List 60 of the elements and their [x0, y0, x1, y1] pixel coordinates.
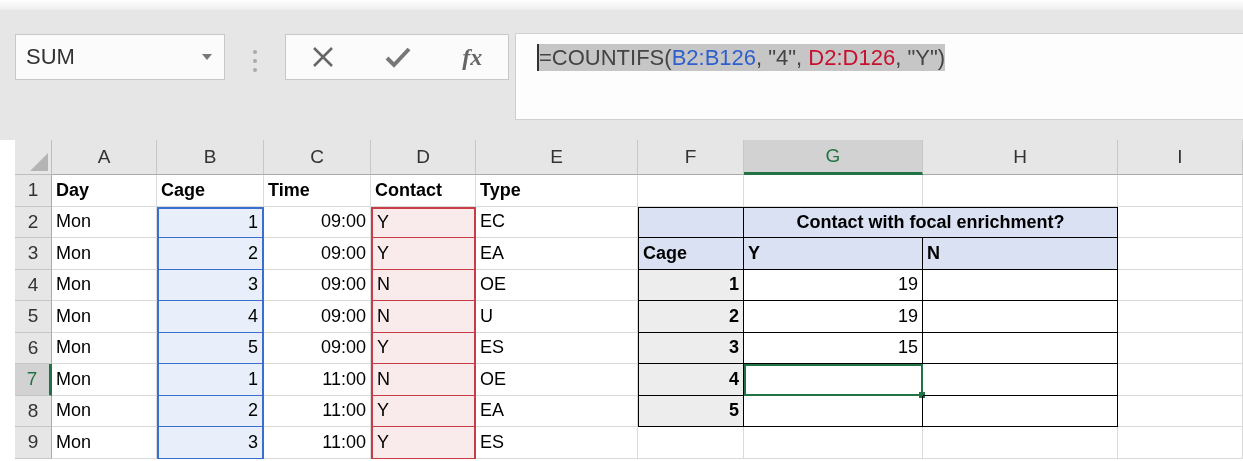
- row-header[interactable]: 9: [15, 427, 52, 459]
- header-cell: Contact with focal enrichment?: [744, 206, 1118, 238]
- table-cell: 15: [744, 332, 923, 364]
- row-header[interactable]: 8: [15, 395, 52, 427]
- dropdown-icon[interactable]: [202, 54, 212, 60]
- cancel-icon[interactable]: [311, 46, 334, 68]
- active-cell[interactable]: [744, 364, 923, 396]
- table-cell: 19: [744, 269, 923, 301]
- header-cell: Cage: [157, 175, 264, 207]
- column-header[interactable]: G: [744, 140, 923, 175]
- insert-function-button[interactable]: fx: [462, 43, 483, 71]
- column-header[interactable]: F: [638, 140, 744, 175]
- column-header[interactable]: E: [476, 140, 638, 175]
- header-cell: Time: [264, 175, 371, 207]
- table-cell: 1: [638, 269, 744, 301]
- table-cell: 1: [157, 206, 264, 238]
- row-header[interactable]: 1: [15, 175, 52, 207]
- table-cell: 5: [638, 395, 744, 427]
- table-cell: Y: [371, 395, 476, 427]
- table-cell: 2: [157, 238, 264, 270]
- table-cell: 1: [157, 364, 264, 396]
- grip-icon: [253, 50, 257, 72]
- table-cell: N: [371, 364, 476, 396]
- table-cell: N: [371, 301, 476, 333]
- header-cell: Day: [52, 175, 157, 207]
- column-header[interactable]: I: [1118, 140, 1243, 175]
- row-header[interactable]: 7: [15, 364, 52, 396]
- table-cell: 3: [638, 332, 744, 364]
- table-cell: 2: [157, 395, 264, 427]
- table-cell: Y: [371, 206, 476, 238]
- check-icon[interactable]: [385, 46, 411, 68]
- table-cell: 3: [157, 269, 264, 301]
- name-box[interactable]: SUM: [15, 34, 225, 80]
- column-header[interactable]: B: [157, 140, 264, 175]
- table-cell: Y: [371, 332, 476, 364]
- table-cell: 4: [157, 301, 264, 333]
- table-cell: Y: [371, 427, 476, 459]
- table-cell: 19: [744, 301, 923, 333]
- header-cell: Type: [476, 175, 638, 207]
- column-header[interactable]: A: [52, 140, 157, 175]
- row-header[interactable]: 2: [15, 206, 52, 238]
- column-header[interactable]: D: [371, 140, 476, 175]
- header-cell: Cage: [638, 238, 744, 270]
- row-header[interactable]: 4: [15, 269, 52, 301]
- column-header[interactable]: C: [264, 140, 371, 175]
- header-cell: Contact: [371, 175, 476, 207]
- table-cell: 2: [638, 301, 744, 333]
- column-header[interactable]: H: [923, 140, 1118, 175]
- table-cell: N: [371, 269, 476, 301]
- row-header[interactable]: 6: [15, 332, 52, 364]
- table-cell: ES: [476, 427, 638, 459]
- table-cell: Y: [371, 238, 476, 270]
- table-cell: 4: [638, 364, 744, 396]
- table-cell: 5: [157, 332, 264, 364]
- formula-text[interactable]: =COUNTIFS(B2:B126, "4", D2:D126, "Y"): [537, 44, 946, 71]
- row-header[interactable]: 3: [15, 238, 52, 270]
- table-cell: 3: [157, 427, 264, 459]
- header-cell: Y: [744, 238, 923, 270]
- header-cell: N: [923, 238, 1118, 270]
- row-header[interactable]: 5: [15, 301, 52, 333]
